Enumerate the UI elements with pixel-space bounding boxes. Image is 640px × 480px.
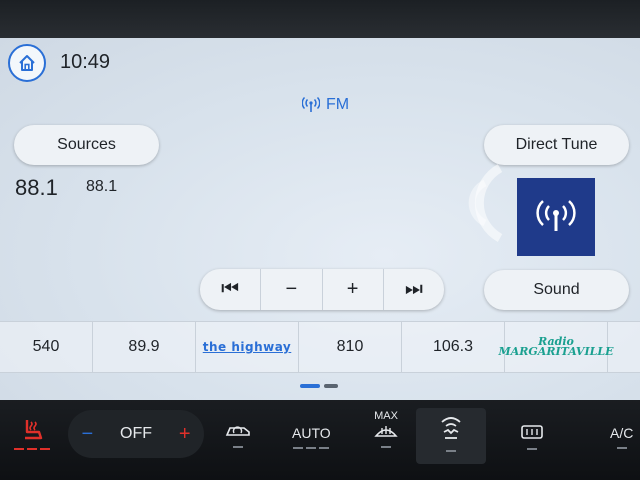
windshield-airflow-icon: [441, 417, 461, 439]
top-bezel: [0, 0, 640, 40]
defog-button[interactable]: [436, 414, 466, 452]
seek-back-icon: ⏮: [221, 278, 240, 300]
preset-2[interactable]: 89.9: [93, 322, 196, 372]
preset-1[interactable]: 540: [0, 322, 93, 372]
recirculation-button[interactable]: [224, 424, 252, 448]
sources-button[interactable]: Sources: [14, 125, 159, 165]
antenna-icon: [536, 200, 576, 231]
home-button[interactable]: [8, 44, 46, 82]
max-label: MAX: [374, 410, 398, 422]
auto-label: AUTO: [292, 425, 331, 441]
page-dot-active: [300, 384, 320, 388]
seek-forward-button[interactable]: ⏭: [384, 269, 444, 310]
station-art: [517, 178, 595, 256]
current-frequency: 88.1: [15, 175, 58, 200]
infotainment-screen: 10:49 FM Sources Direct Tune 88.1 88.1 ⏮…: [0, 38, 640, 400]
home-icon: [19, 55, 35, 71]
status-bar: 10:49: [0, 38, 640, 88]
seek-forward-icon: ⏭: [404, 278, 423, 300]
minus-icon: −: [285, 278, 298, 300]
temperature-control: − OFF +: [68, 410, 204, 458]
page-dot: [324, 384, 338, 388]
preset-6[interactable]: Radio MARGARITAVILLE: [499, 322, 613, 372]
seek-back-button[interactable]: ⏮: [200, 269, 262, 310]
page-indicator: [300, 384, 338, 388]
band-label: FM: [326, 96, 350, 113]
preset-5[interactable]: 106.3: [402, 322, 505, 372]
preset-3[interactable]: the highway: [196, 322, 299, 372]
tuner-controls: ⏮ − + ⏭: [200, 269, 444, 310]
temp-down-button[interactable]: −: [81, 423, 93, 446]
highway-logo: the highway: [202, 340, 292, 354]
recirculation-icon: [225, 426, 250, 436]
ac-label: A/C: [610, 425, 634, 441]
rear-defrost-button[interactable]: [520, 424, 544, 450]
sound-button[interactable]: Sound: [484, 270, 629, 310]
tune-down-button[interactable]: −: [261, 269, 323, 310]
preset-4[interactable]: 810: [299, 322, 402, 372]
defrost-icon: [374, 426, 398, 437]
temp-display: OFF: [120, 425, 152, 442]
signal-watermark-icon: [468, 164, 503, 242]
rear-defrost-icon: [521, 425, 543, 439]
tune-up-button[interactable]: +: [323, 269, 384, 310]
auto-button[interactable]: AUTO: [292, 425, 331, 449]
preset-bar: 540 89.9 the highway 810 106.3 Radio MAR…: [0, 321, 640, 373]
band-indicator: FM: [302, 96, 349, 114]
plus-icon: +: [346, 278, 359, 300]
temp-up-button[interactable]: +: [179, 423, 191, 446]
clock: 10:49: [60, 51, 111, 73]
heated-seat-icon: [25, 420, 43, 440]
max-defrost-button[interactable]: MAX: [373, 410, 399, 448]
heated-seat-button[interactable]: [14, 418, 50, 450]
station-name: 88.1: [86, 178, 118, 195]
margaritaville-logo: Radio MARGARITAVILLE: [498, 335, 614, 358]
antenna-icon: [302, 97, 320, 112]
ac-button[interactable]: A/C: [610, 425, 633, 449]
climate-bar: − OFF + AUTO MAX A/C: [0, 400, 640, 480]
